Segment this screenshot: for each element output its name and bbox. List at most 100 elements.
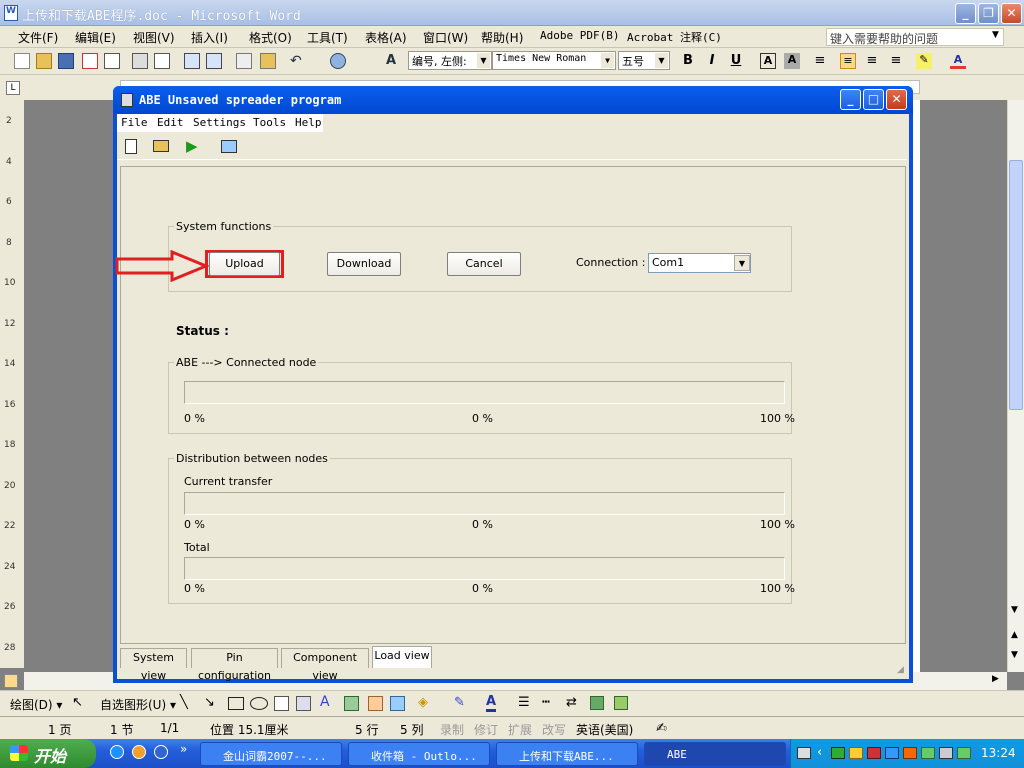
vertical-textbox-icon[interactable] (296, 696, 311, 711)
word-menu-window[interactable]: 窗口(W) (423, 29, 468, 46)
download-button[interactable]: Download (327, 252, 401, 276)
line-style-icon[interactable]: ☰ (518, 695, 530, 710)
wordart-icon[interactable]: A (320, 694, 330, 710)
abe-new-icon[interactable] (125, 139, 137, 154)
abe-minimize-button[interactable]: _ (840, 89, 861, 110)
tab-pin-configuration[interactable]: Pin configuration (191, 648, 278, 682)
network-tray-icon[interactable] (831, 747, 845, 759)
shadow-style-icon[interactable] (590, 696, 604, 710)
quicklaunch-app2-icon[interactable] (154, 745, 168, 759)
ie-quicklaunch-icon[interactable] (110, 745, 124, 759)
cancel-button[interactable]: Cancel (447, 252, 521, 276)
abe-run-icon[interactable]: ▶ (186, 137, 198, 155)
word-help-search-input[interactable]: 键入需要帮助的问题 (826, 28, 1004, 46)
oval-icon[interactable] (250, 697, 268, 710)
word-menu-table[interactable]: 表格(A) (365, 29, 407, 46)
arrow-icon[interactable]: ↘ (204, 695, 215, 710)
numbering-icon[interactable]: ≡ (840, 53, 856, 69)
abe-menu-tools[interactable]: Tools (253, 116, 286, 129)
scroll-right-icon[interactable]: ▶ (992, 674, 999, 684)
keyboard-tray-icon[interactable] (797, 747, 811, 759)
abe-close-button[interactable]: ✕ (886, 89, 907, 110)
word-menu-file[interactable]: 文件(F) (18, 29, 58, 46)
word-restore-button[interactable]: ❐ (978, 3, 999, 24)
task-kingsoft[interactable]: 金山词霸2007--... (200, 742, 342, 766)
print-preview-icon[interactable] (154, 53, 170, 69)
font-color-icon[interactable]: A (950, 53, 966, 69)
bullets-icon[interactable]: ≡ (864, 53, 880, 69)
justify-icon[interactable]: ≡ (812, 53, 828, 69)
word-menu-edit[interactable]: 编辑(E) (75, 29, 116, 46)
clipart-icon[interactable] (368, 696, 383, 711)
status-extend[interactable]: 扩展 (508, 721, 532, 738)
abe-menu-help[interactable]: Help (295, 116, 322, 129)
word-menu-tools[interactable]: 工具(T) (307, 29, 348, 46)
abe-open-icon[interactable] (153, 140, 169, 152)
vertical-scroll-thumb[interactable] (1009, 160, 1023, 410)
abe-menu-settings[interactable]: Settings (193, 116, 246, 129)
hyperlink-icon[interactable] (330, 53, 346, 69)
font-select[interactable]: Times New Roman ▼ (492, 51, 616, 70)
word-help-dropdown-icon[interactable]: ▼ (992, 30, 999, 40)
highlight-icon[interactable]: ✎ (916, 53, 932, 69)
new-document-icon[interactable] (14, 53, 30, 69)
italic-icon[interactable]: I (704, 53, 720, 69)
abe-menu-file[interactable]: File (121, 116, 148, 129)
line-icon[interactable]: ╲ (180, 695, 188, 710)
save-icon[interactable] (58, 53, 74, 69)
tab-component-view[interactable]: Component view (281, 648, 369, 682)
underline-icon[interactable]: U (728, 53, 744, 69)
prev-page-icon[interactable]: ▲ (1011, 630, 1018, 640)
word-menu-insert[interactable]: 插入(I) (191, 29, 228, 46)
tray-app-icon[interactable] (849, 747, 863, 759)
drawing-font-color-icon[interactable]: A (486, 694, 497, 712)
open-folder-icon[interactable] (36, 53, 52, 69)
dash-style-icon[interactable]: ┅ (542, 695, 550, 710)
word-menu-format[interactable]: 格式(O) (249, 29, 292, 46)
antivirus-tray-icon[interactable] (867, 747, 881, 759)
draw-menu-button[interactable]: 绘图(D) ▾ (10, 696, 62, 713)
word-menu-adobe-pdf[interactable]: Adobe PDF(B) (540, 29, 619, 42)
upload-button[interactable]: Upload (209, 252, 280, 276)
start-button[interactable]: 开始 (0, 739, 96, 768)
line-color-icon[interactable]: ✎ (454, 695, 465, 710)
abe-title-bar[interactable]: ABE Unsaved spreader program _ □ ✕ (113, 86, 913, 114)
scroll-down-icon[interactable]: ▼ (1011, 605, 1018, 615)
spelling-status-icon[interactable]: ✍ (656, 721, 667, 736)
select-objects-icon[interactable]: ↖ (72, 695, 83, 710)
arrow-style-icon[interactable]: ⇄ (566, 695, 577, 710)
status-record[interactable]: 录制 (440, 721, 464, 738)
tray-app2-icon[interactable] (885, 747, 899, 759)
connection-dropdown-icon[interactable]: ▼ (734, 255, 750, 271)
styles-icon[interactable]: A (386, 53, 402, 69)
tab-selector-icon[interactable]: L (6, 81, 20, 95)
connection-select[interactable]: Com1 ▼ (648, 253, 751, 273)
abe-print-icon[interactable] (221, 140, 237, 153)
research-icon[interactable] (206, 53, 222, 69)
tab-load-view[interactable]: Load view (372, 646, 432, 668)
clock[interactable]: 13:24 (981, 746, 1016, 760)
task-outlook[interactable]: 收件箱 - Outlo... (348, 742, 490, 766)
copy-icon[interactable] (236, 53, 252, 69)
fill-color-icon[interactable]: ◈ (418, 695, 428, 710)
security-tray-icon[interactable] (957, 747, 971, 759)
bold-icon[interactable]: B (680, 53, 696, 69)
task-word[interactable]: 上传和下载ABE... (496, 742, 638, 766)
tray-expand-icon[interactable]: ‹ (817, 745, 822, 760)
tray-app3-icon[interactable] (903, 747, 917, 759)
email-icon[interactable] (104, 53, 120, 69)
abe-menu-edit[interactable]: Edit (157, 116, 184, 129)
tray-app4-icon[interactable] (921, 747, 935, 759)
character-border-icon[interactable]: A (760, 53, 776, 69)
resize-grip-icon[interactable]: ◢ (897, 665, 904, 675)
undo-icon[interactable]: ↶ (290, 53, 306, 69)
print-icon[interactable] (132, 53, 148, 69)
document-vertical-scrollbar[interactable]: ▼ ▲ ▼ (1007, 100, 1024, 672)
autoshapes-button[interactable]: 自选图形(U) ▾ (100, 696, 176, 713)
word-close-button[interactable]: ✕ (1001, 3, 1022, 24)
text-box-icon[interactable] (274, 696, 289, 711)
word-menu-view[interactable]: 视图(V) (133, 29, 175, 46)
word-minimize-button[interactable]: _ (955, 3, 976, 24)
3d-style-icon[interactable] (614, 696, 628, 710)
paste-icon[interactable] (260, 53, 276, 69)
